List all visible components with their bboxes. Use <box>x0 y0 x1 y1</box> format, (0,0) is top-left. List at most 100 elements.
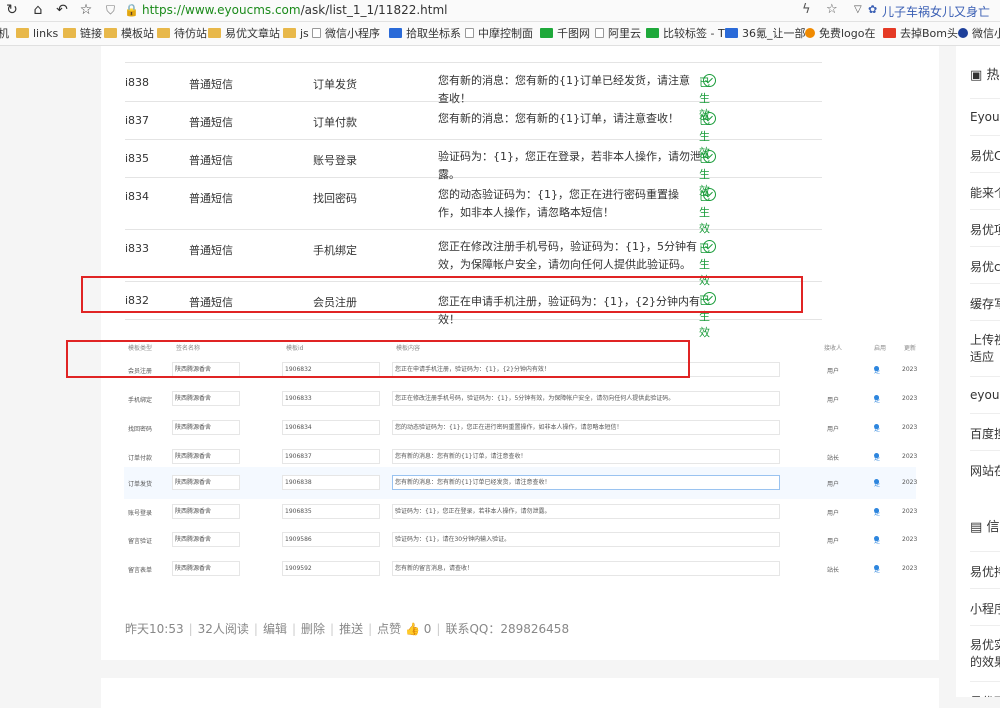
sign-field[interactable]: 陕西腾源香舍 <box>172 532 240 547</box>
sidebar-link[interactable]: 易优持 <box>970 551 1000 588</box>
sidebar-link[interactable]: EyouC <box>970 98 1000 135</box>
view-count: 32人阅读 <box>197 622 249 636</box>
bookmark-item[interactable]: 千图网 <box>540 27 590 41</box>
enabled-label: 是 <box>874 481 881 488</box>
header-cell: 接收人 <box>824 345 843 352</box>
table-row: i833 普通短信 手机绑定 您正在修改注册手机号码，验证码为：{1}，5分钟有… <box>125 230 822 287</box>
sign-field[interactable]: 陕西腾源香舍 <box>172 449 240 464</box>
sidebar-section-title: ▣ 热 <box>970 64 999 83</box>
section-title-text: 信 <box>986 520 1000 535</box>
template-id-field[interactable]: 1906833 <box>282 391 380 406</box>
bookmark-item[interactable]: 待仿站 <box>157 27 207 41</box>
bookmark-item[interactable]: 中摩控制面 <box>465 27 533 41</box>
sidebar-link[interactable]: 易优实 的效果 <box>970 625 1000 681</box>
bookmark-label: 链接 <box>80 27 102 40</box>
bookmark-item[interactable]: 拾取坐标系 <box>389 27 461 41</box>
sidebar-section-title: ▤ 信 <box>970 516 999 535</box>
content-field[interactable]: 验证码为：{1}，请在30分钟内输入验证。 <box>392 532 780 547</box>
sign-field[interactable]: 陕西腾源香舍 <box>172 391 240 406</box>
edit-link[interactable]: 编辑 <box>263 622 287 636</box>
bookmark-item[interactable]: 阿里云 <box>595 27 641 41</box>
qiantu-icon <box>540 28 553 38</box>
separator: | <box>330 622 335 636</box>
cell-date: 2023 <box>902 536 918 543</box>
content-field[interactable]: 您的动态验证码为：{1}，您正在进行密码重置操作，如非本人操作，请忽略本短信！ <box>392 420 780 435</box>
bookmark-item[interactable]: 链接 <box>63 27 102 41</box>
bookmark-item[interactable]: 去掉Bom头 <box>883 27 958 41</box>
bookmark-item[interactable]: 36氪_让一部 <box>725 27 806 41</box>
sidebar-link[interactable]: 网站在 <box>970 450 1000 487</box>
cell-type: 留言表单 <box>128 567 153 574</box>
chart-icon: ▣ <box>970 68 983 83</box>
sidebar-link[interactable]: 百度搜 <box>970 413 1000 450</box>
cell-type: 订单付款 <box>128 455 153 462</box>
content-field[interactable]: 您有新的留言消息，请查收！ <box>392 561 780 576</box>
reload-icon[interactable]: ↻ <box>4 2 20 18</box>
content-field[interactable]: 您有新的消息：您有新的{1}订单已经发货，请注意查收！ <box>392 475 780 490</box>
home-icon[interactable]: ⌂ <box>30 2 46 18</box>
undo-icon[interactable]: ↶ <box>54 2 70 18</box>
template-id-field[interactable]: 1906835 <box>282 504 380 519</box>
bookmark-label: 模板站 <box>121 27 154 40</box>
search-suggestion[interactable]: 儿子车祸女儿又身亡 <box>882 3 990 20</box>
sign-field[interactable]: 陕西腾源香舍 <box>172 420 240 435</box>
lightning-icon[interactable]: ϟ <box>802 2 811 18</box>
enabled-label: 是 <box>874 510 881 517</box>
bookmark-item[interactable]: 易优文章站 <box>208 27 280 41</box>
content-field[interactable]: 验证码为：{1}，您正在登录，若非本人操作，请勿泄露。 <box>392 504 780 519</box>
template-id-field[interactable]: 1906834 <box>282 420 380 435</box>
table-row: i835 普通短信 账号登录 验证码为：{1}，您正在登录，若非本人操作，请勿泄… <box>125 140 822 197</box>
template-id-field[interactable]: 1906838 <box>282 475 380 490</box>
table-row: i837 普通短信 订单付款 您有新的消息：您有新的{1}订单，请注意查收！ 已… <box>125 102 822 159</box>
bookmark-item[interactable]: js <box>283 27 309 41</box>
url-text[interactable]: https://www.eyoucms.com/ask/list_1_1/118… <box>142 3 448 17</box>
cell-content: 您正在修改注册手机号码，验证码为：{1}，5分钟有效，为保障帐户安全，请勿向任何… <box>438 240 697 271</box>
bookmark-item[interactable]: 机 <box>0 27 9 41</box>
bookmark-item[interactable]: 微信小 <box>958 27 1000 41</box>
sidebar-link[interactable]: 易优C <box>970 135 1000 172</box>
bookmark-item[interactable]: 比较标签 - T <box>646 27 725 41</box>
check-circle-icon <box>703 150 716 163</box>
cell-date: 2023 <box>902 395 918 402</box>
content-field[interactable]: 您正在修改注册手机号码，验证码为：{1}，5分钟有效，为保障帐户安全，请勿向任何… <box>392 391 780 406</box>
content-field[interactable]: 您有新的消息：您有新的{1}订单，请注意查收！ <box>392 449 780 464</box>
check-circle-icon <box>703 188 716 201</box>
separator: | <box>253 622 258 636</box>
cell-receiver: 用户 <box>827 481 840 488</box>
url-host: https://www.eyoucms.com <box>142 3 301 17</box>
template-id-field[interactable]: 1909592 <box>282 561 380 576</box>
sidebar-link[interactable]: eyouc <box>970 376 1000 413</box>
template-id-field[interactable]: 1909586 <box>282 532 380 547</box>
separator: | <box>188 622 193 636</box>
bookmark-star-icon[interactable]: ☆ <box>826 2 838 18</box>
bookmark-label: 阿里云 <box>608 27 641 40</box>
sidebar-link[interactable]: 小程序 <box>970 588 1000 625</box>
sidebar-link[interactable]: 上传视 适应 <box>970 320 1000 376</box>
sidebar-link[interactable]: 缓存写 <box>970 283 1000 320</box>
bookmark-item[interactable]: links <box>16 27 58 41</box>
delete-link[interactable]: 删除 <box>301 622 325 636</box>
sidebar-link[interactable]: 能来个 <box>970 172 1000 209</box>
document-icon: ▤ <box>970 520 983 535</box>
bookmark-item[interactable]: 微信小程序 <box>312 27 380 41</box>
address-bar[interactable]: ⛉ 🔒 https://www.eyoucms.com/ask/list_1_1… <box>100 0 800 21</box>
cell-scene: 订单付款 <box>313 116 357 129</box>
sidebar-link[interactable]: 易优c <box>970 246 1000 283</box>
sign-field[interactable]: 陕西腾源香舍 <box>172 475 240 490</box>
template-id-field[interactable]: 1906837 <box>282 449 380 464</box>
sidebar-link[interactable]: 易优项 <box>970 209 1000 246</box>
sidebar-link[interactable]: 易优下 <box>970 681 1000 697</box>
cell-receiver: 站长 <box>827 567 840 574</box>
enabled-label: 是 <box>874 397 881 404</box>
star-icon[interactable]: ☆ <box>78 2 94 18</box>
cell-receiver: 用户 <box>827 510 840 517</box>
push-link[interactable]: 推送 <box>339 622 363 636</box>
chevron-down-icon[interactable]: ▽ <box>854 2 862 18</box>
bookmark-item[interactable]: 免费logo在 <box>805 27 876 41</box>
like-button[interactable]: 点赞 👍 0 <box>377 622 431 636</box>
sign-field[interactable]: 陕西腾源香舍 <box>172 504 240 519</box>
sign-field[interactable]: 陕西腾源香舍 <box>172 561 240 576</box>
page-icon <box>595 28 604 38</box>
embedded-table-row: 留言表单 陕西腾源香舍 1909592 您有新的留言消息，请查收！ 站长 是 2… <box>124 553 917 585</box>
bookmark-item[interactable]: 模板站 <box>104 27 154 41</box>
